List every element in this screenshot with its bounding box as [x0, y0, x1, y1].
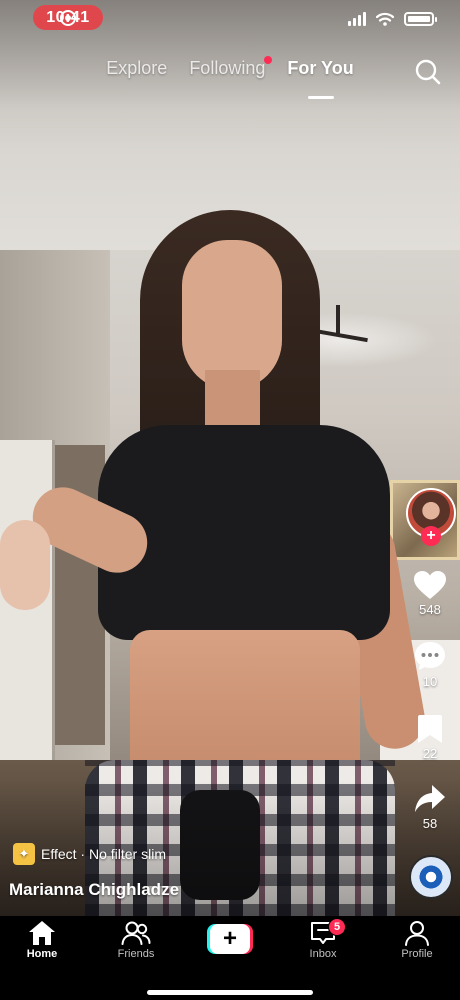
search-icon[interactable]	[414, 58, 442, 86]
like-button[interactable]: 548	[400, 570, 460, 617]
nav-label: Inbox	[309, 948, 337, 960]
share-count: 58	[422, 816, 438, 831]
video-player[interactable]	[0, 0, 460, 916]
notification-dot	[264, 56, 273, 64]
bookmark-icon[interactable]	[417, 714, 443, 744]
share-button[interactable]: 58	[400, 784, 460, 831]
home-icon[interactable]	[28, 920, 56, 946]
creator-username[interactable]: Marianna Chighladze	[9, 880, 179, 900]
nav-label: Profile	[401, 948, 433, 960]
sound-disc-icon[interactable]	[409, 855, 453, 899]
video-person-hand	[0, 520, 50, 610]
plus-icon[interactable]: +	[210, 924, 250, 954]
tab-for-you[interactable]: For You	[287, 58, 354, 99]
nav-label: Home	[26, 948, 58, 960]
feed-tabs: Explore Following For You	[0, 56, 460, 99]
wifi-icon	[376, 12, 394, 26]
tab-explore[interactable]: Explore	[106, 58, 167, 92]
like-count: 548	[419, 602, 441, 617]
status-bar: 10:41	[0, 0, 460, 40]
save-count: 22	[422, 746, 438, 761]
tab-following[interactable]: Following	[189, 56, 273, 92]
cellular-signal-icon	[348, 12, 366, 26]
video-person-torso	[130, 630, 360, 780]
home-indicator	[147, 990, 313, 995]
create-button[interactable]: +	[207, 924, 253, 954]
nav-label: Friends	[117, 948, 155, 960]
effect-sparkle-icon: ✦	[13, 843, 35, 865]
nav-profile[interactable]: Profile	[382, 920, 452, 960]
nav-friends[interactable]: Friends	[101, 920, 171, 960]
status-icons	[348, 12, 437, 26]
nav-inbox[interactable]: 5 Inbox	[288, 918, 358, 960]
bookmark-button[interactable]: 22	[400, 714, 460, 761]
effect-label: Effect · No filter slim	[41, 846, 166, 862]
effect-tag[interactable]: ✦ Effect · No filter slim	[13, 843, 166, 865]
comment-button[interactable]: 10	[400, 640, 460, 689]
video-person-face	[182, 240, 282, 390]
heart-icon[interactable]	[413, 570, 447, 600]
bottom-nav: Home Friends + 5 Inbox Profile	[0, 916, 460, 1000]
profile-icon[interactable]	[404, 920, 430, 946]
tab-label: Explore	[106, 58, 168, 78]
tab-label: Following	[189, 58, 266, 78]
comment-icon[interactable]	[413, 640, 447, 672]
share-icon[interactable]	[414, 784, 446, 814]
follow-plus-icon[interactable]: +	[421, 526, 441, 546]
friends-icon[interactable]	[121, 920, 151, 946]
creator-avatar-button[interactable]: +	[406, 488, 456, 546]
comment-count: 10	[422, 674, 438, 689]
tab-label: For You	[287, 58, 354, 78]
inbox-badge: 5	[328, 918, 346, 936]
screen-recording-icon	[60, 10, 76, 26]
battery-icon	[404, 12, 437, 26]
nav-home[interactable]: Home	[7, 920, 77, 960]
